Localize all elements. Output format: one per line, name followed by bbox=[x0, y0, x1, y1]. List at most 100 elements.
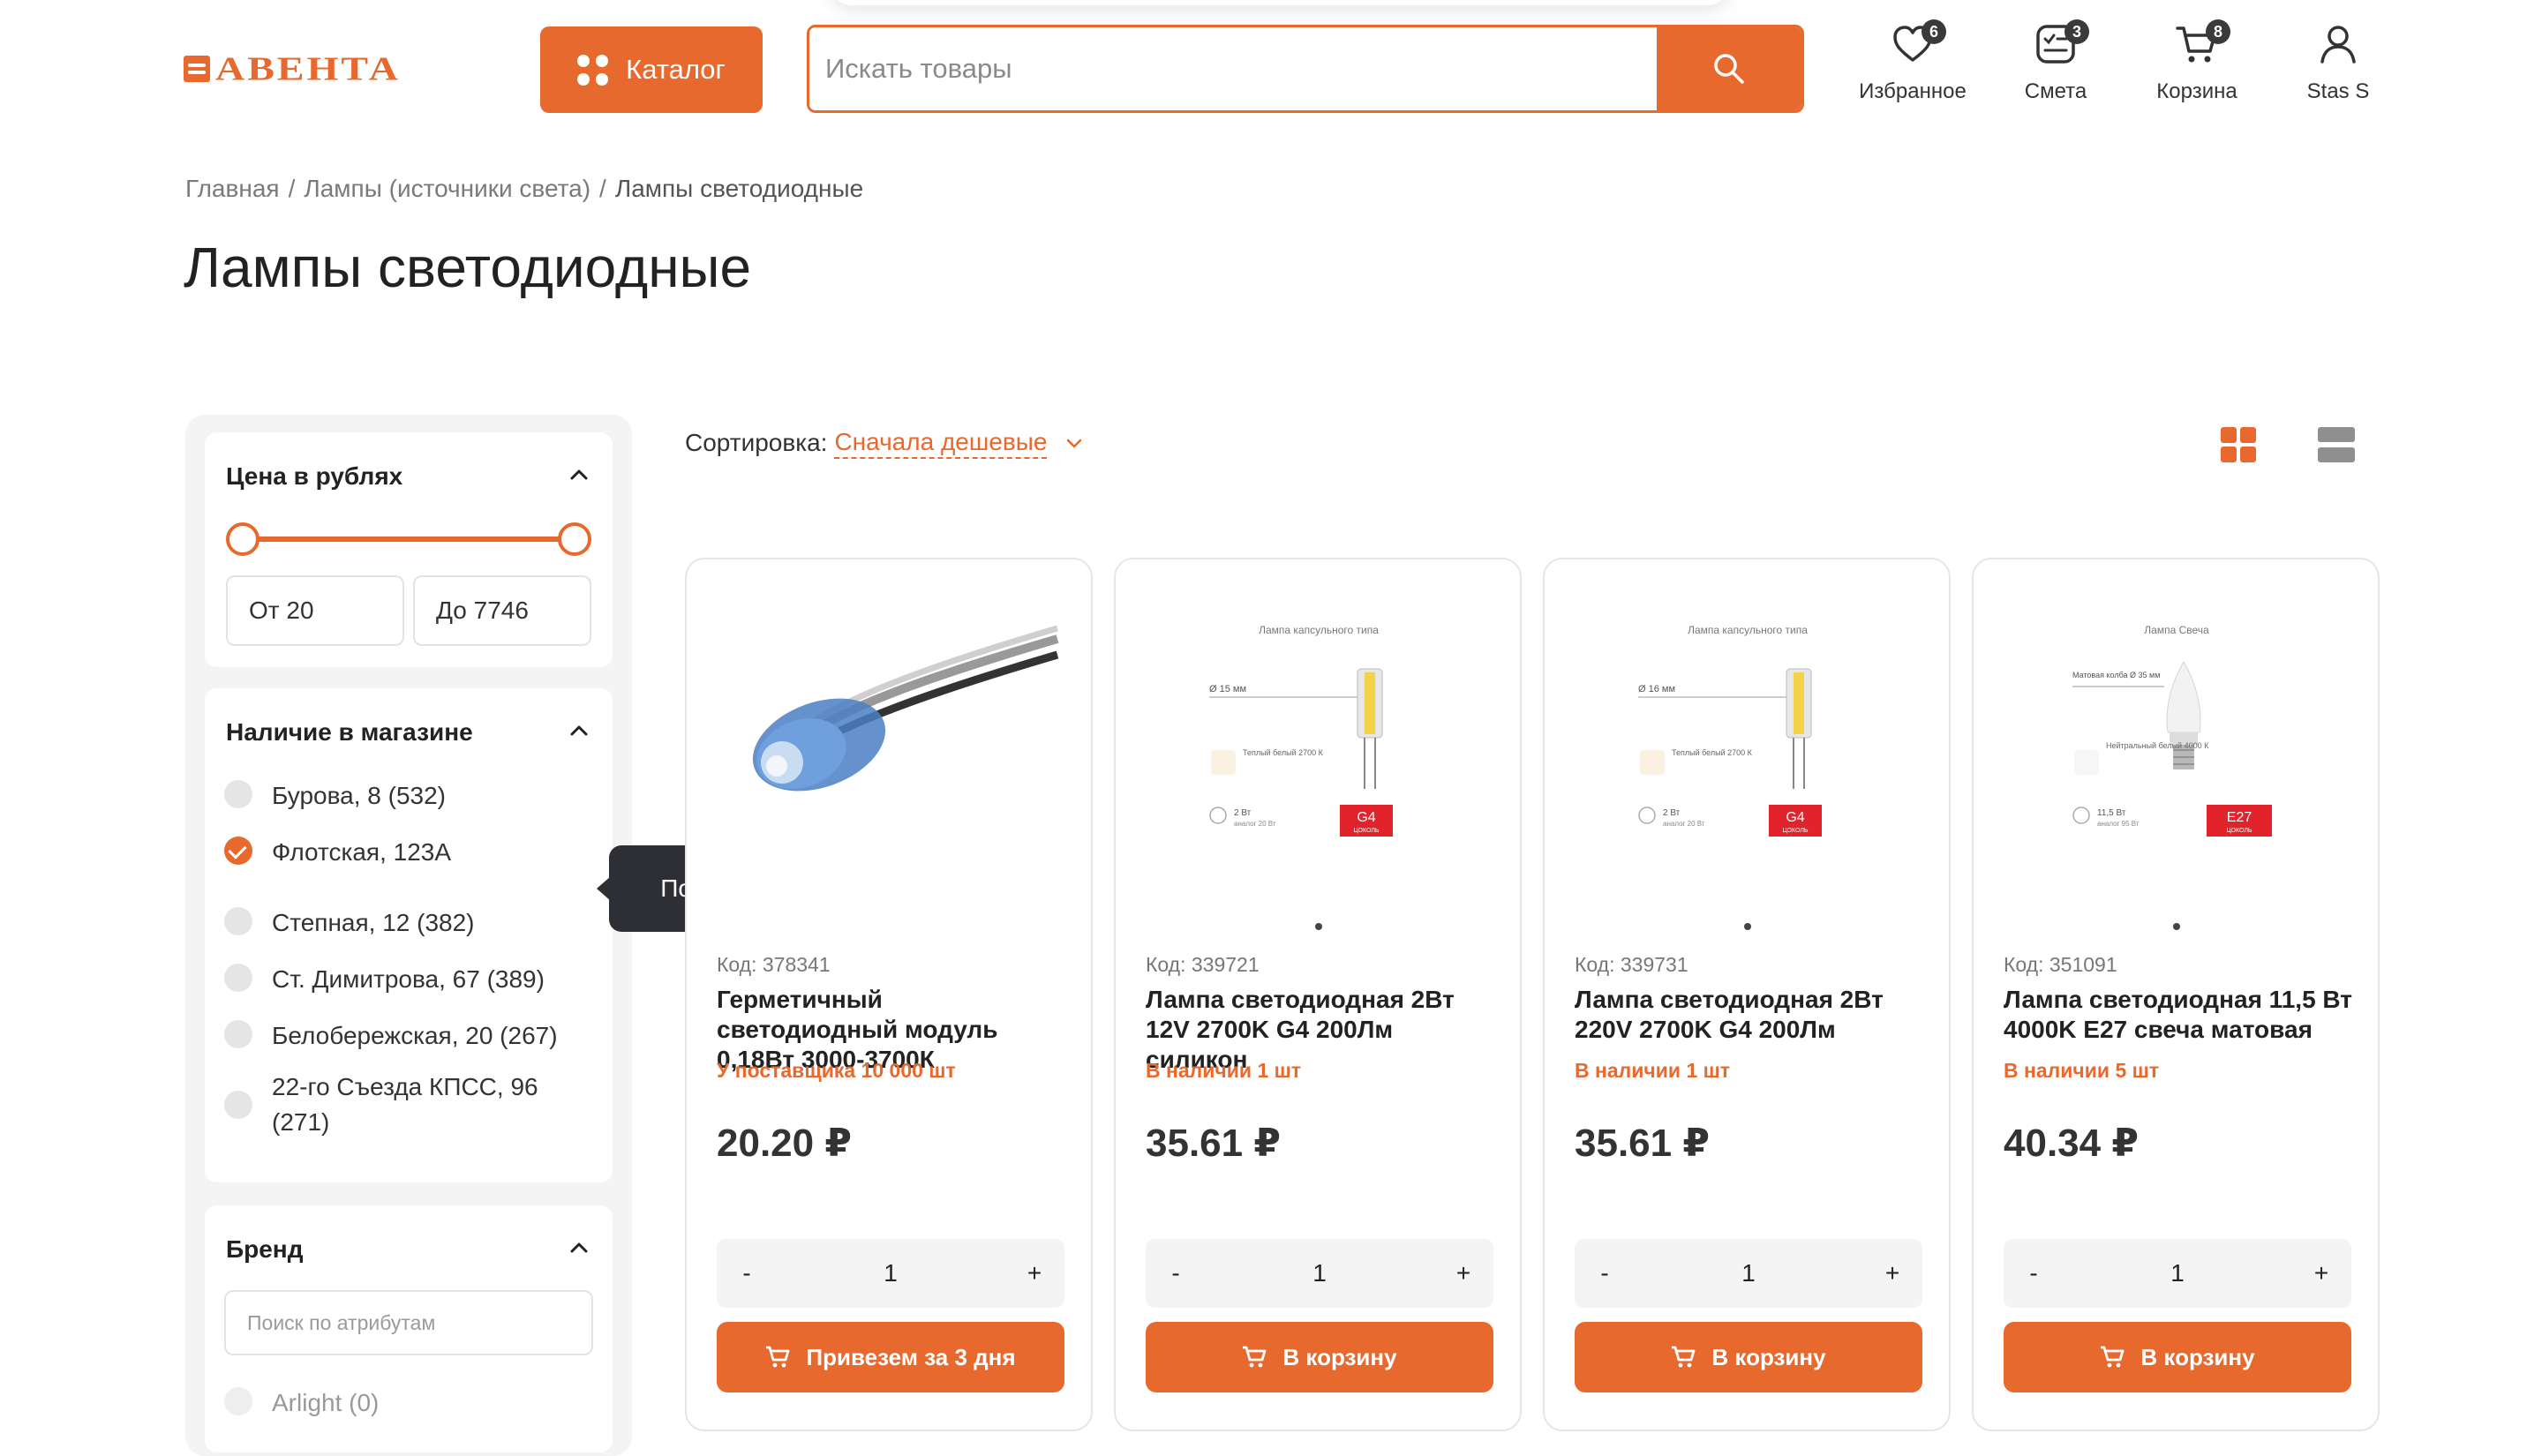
chevron-down-icon[interactable] bbox=[1063, 432, 1086, 454]
product-stock: В наличии 1 шт bbox=[1575, 1059, 1731, 1082]
cart-icon bbox=[1243, 1346, 1267, 1368]
product-image[interactable]: Лампа Свеча Матовая колба Ø 35 мм Нейтра… bbox=[1991, 577, 2362, 895]
store-checkbox-dimitrova[interactable]: Ст. Димитрова, 67 (389) bbox=[224, 962, 545, 997]
product-card[interactable]: Лампа капсульного типа Ø 16 мм Теплый бе… bbox=[1543, 558, 1951, 1431]
cart-label: Корзина bbox=[2156, 79, 2237, 103]
product-card[interactable]: Лампа Свеча Матовая колба Ø 35 мм Нейтра… bbox=[1972, 558, 2380, 1431]
svg-text:Лампа капсульного типа: Лампа капсульного типа bbox=[1259, 624, 1379, 636]
cart-badge: 8 bbox=[2206, 19, 2230, 44]
svg-text:G4: G4 bbox=[1357, 810, 1375, 825]
page-title: Лампы светодиодные bbox=[184, 236, 752, 299]
attribute-search-input[interactable]: Поиск по атрибутам bbox=[224, 1290, 593, 1355]
checkbox[interactable] bbox=[224, 1020, 252, 1048]
product-code: Код: 378341 bbox=[717, 953, 831, 976]
svg-text:аналог 95 Вт: аналог 95 Вт bbox=[2097, 820, 2140, 828]
checkbox[interactable] bbox=[224, 780, 252, 808]
profile-button[interactable]: Stas S bbox=[2272, 21, 2404, 118]
search-dropdown-shadow bbox=[830, 0, 1730, 5]
button-label: В корзину bbox=[1282, 1343, 1397, 1370]
product-image[interactable]: Лампа капсульного типа Ø 16 мм Теплый бе… bbox=[1562, 577, 1933, 895]
quantity-increase-button[interactable]: + bbox=[1008, 1239, 1061, 1308]
svg-text:Теплый белый 2700 К: Теплый белый 2700 К bbox=[1672, 748, 1753, 757]
quantity-increase-button[interactable]: + bbox=[2295, 1239, 2348, 1308]
catalog-button[interactable]: Каталог bbox=[540, 26, 763, 113]
checkbox-checked[interactable] bbox=[224, 837, 252, 865]
store-label: Бурова, 8 (532) bbox=[272, 782, 446, 809]
carousel-dot[interactable] bbox=[1315, 923, 1322, 930]
search-input[interactable] bbox=[809, 27, 1657, 110]
chevron-up-icon[interactable] bbox=[567, 718, 591, 743]
add-to-cart-button[interactable]: В корзину bbox=[1146, 1322, 1493, 1392]
quantity-increase-button[interactable]: + bbox=[1437, 1239, 1490, 1308]
svg-text:E27: E27 bbox=[2227, 810, 2252, 825]
quantity-decrease-button[interactable]: - bbox=[720, 1239, 773, 1308]
quantity-increase-button[interactable]: + bbox=[1866, 1239, 1919, 1308]
add-to-cart-button[interactable]: В корзину bbox=[1575, 1322, 1922, 1392]
carousel-dot[interactable] bbox=[1744, 923, 1751, 930]
grid-dots-icon bbox=[577, 54, 609, 86]
favorites-button[interactable]: 6 Избранное bbox=[1846, 19, 1979, 118]
product-code: Код: 351091 bbox=[2004, 953, 2117, 976]
quantity-decrease-button[interactable]: - bbox=[1578, 1239, 1631, 1308]
brand-label: Arlight (0) bbox=[272, 1389, 380, 1416]
store-checkbox-burova[interactable]: Бурова, 8 (532) bbox=[224, 778, 446, 814]
product-card[interactable]: Лампа капсульного типа Ø 15 мм Теплый бе… bbox=[1114, 558, 1522, 1431]
price-range-min-handle[interactable] bbox=[226, 522, 259, 556]
chevron-up-icon[interactable] bbox=[567, 462, 591, 487]
carousel-dot[interactable] bbox=[2173, 923, 2180, 930]
price-from-field[interactable]: От 20 bbox=[226, 575, 404, 646]
breadcrumb-current: Лампы светодиодные bbox=[614, 175, 864, 202]
search-bar bbox=[807, 25, 1804, 113]
svg-text:2 Вт: 2 Вт bbox=[1663, 808, 1681, 818]
estimate-button[interactable]: 3 Смета bbox=[1989, 19, 2122, 118]
quantity-value[interactable]: 1 bbox=[770, 1239, 1012, 1308]
store-checkbox-stepnaya[interactable]: Степная, 12 (382) bbox=[224, 905, 475, 941]
search-button[interactable] bbox=[1657, 27, 1801, 110]
product-name[interactable]: Лампа светодиодная 2Вт 220V 2700K G4 200… bbox=[1575, 985, 1928, 1045]
price-range-track[interactable] bbox=[240, 537, 570, 542]
quantity-decrease-button[interactable]: - bbox=[2007, 1239, 2060, 1308]
quantity-decrease-button[interactable]: - bbox=[1149, 1239, 1202, 1308]
grid-view-icon[interactable] bbox=[2221, 427, 2256, 462]
product-name[interactable]: Лампа светодиодная 11,5 Вт 4000K E27 све… bbox=[2004, 985, 2357, 1045]
sort-dropdown[interactable]: Сначала дешевые bbox=[834, 427, 1048, 459]
delivery-button[interactable]: Привезем за 3 дня bbox=[717, 1322, 1064, 1392]
breadcrumb-lamps[interactable]: Лампы (источники света) bbox=[304, 175, 590, 202]
svg-text:аналог 20 Вт: аналог 20 Вт bbox=[1663, 820, 1705, 828]
brand-filter: Бренд Поиск по атрибутам Arlight (0) bbox=[205, 1205, 613, 1452]
svg-text:G4: G4 bbox=[1786, 810, 1804, 825]
store-checkbox-flotskaya[interactable]: Флотская, 123А bbox=[224, 835, 451, 870]
add-to-cart-button[interactable]: В корзину bbox=[2004, 1322, 2351, 1392]
store-label: Ст. Димитрова, 67 (389) bbox=[272, 965, 545, 993]
brand-filter-title: Бренд bbox=[226, 1235, 304, 1263]
store-checkbox-kpss[interactable]: 22-го Съезда КПСС, 96 (271) bbox=[224, 1069, 554, 1140]
product-image[interactable]: Лампа капсульного типа Ø 15 мм Теплый бе… bbox=[1133, 577, 1504, 895]
product-card[interactable]: Код: 378341 Герметичный светодиодный мод… bbox=[685, 558, 1093, 1431]
logo-mark-icon bbox=[184, 56, 210, 82]
breadcrumb-home[interactable]: Главная bbox=[185, 175, 280, 202]
user-icon bbox=[2320, 26, 2356, 64]
cart-button[interactable]: 8 Корзина bbox=[2131, 19, 2263, 118]
chevron-up-icon[interactable] bbox=[567, 1235, 591, 1260]
store-checkbox-beloberezhskaya[interactable]: Белобережская, 20 (267) bbox=[224, 1018, 558, 1054]
quantity-value[interactable]: 1 bbox=[1628, 1239, 1869, 1308]
list-view-icon[interactable] bbox=[2318, 427, 2355, 462]
store-label: 22-го Съезда КПСС, 96 (271) bbox=[272, 1073, 538, 1136]
price-range-max-handle[interactable] bbox=[558, 522, 591, 556]
quantity-stepper: - 1 + bbox=[1575, 1239, 1922, 1308]
checkbox[interactable] bbox=[224, 964, 252, 992]
product-image[interactable] bbox=[704, 577, 1075, 895]
quantity-value[interactable]: 1 bbox=[2057, 1239, 2298, 1308]
brand-checkbox-arlight[interactable]: Arlight (0) bbox=[224, 1385, 379, 1421]
quantity-value[interactable]: 1 bbox=[1199, 1239, 1440, 1308]
logo[interactable]: АВЕНТА bbox=[184, 52, 401, 85]
checkbox[interactable] bbox=[224, 1387, 252, 1415]
button-label: В корзину bbox=[2140, 1343, 2255, 1370]
checkbox[interactable] bbox=[224, 907, 252, 935]
search-icon bbox=[1714, 54, 1744, 84]
svg-text:Теплый белый 2700 К: Теплый белый 2700 К bbox=[1243, 748, 1324, 757]
price-to-field[interactable]: До 7746 bbox=[413, 575, 591, 646]
checkbox[interactable] bbox=[224, 1091, 252, 1119]
svg-text:Лампа Свеча: Лампа Свеча bbox=[2144, 624, 2209, 636]
price-filter-title: Цена в рублях bbox=[226, 462, 403, 490]
